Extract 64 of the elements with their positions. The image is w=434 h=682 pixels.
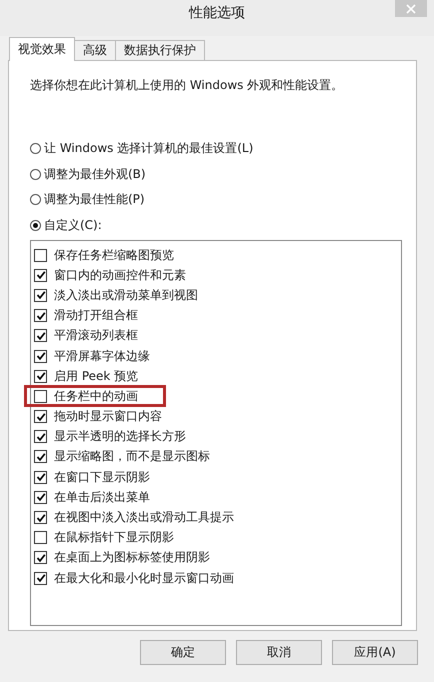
checkbox[interactable]	[34, 288, 47, 302]
checkbox[interactable]	[34, 268, 47, 282]
checkbox-label: 显示半透明的选择长方形	[54, 428, 186, 446]
checkbox[interactable]	[34, 511, 47, 524]
checkbox-label: 在桌面上为图标标签使用阴影	[54, 549, 210, 566]
checkmark-icon	[36, 330, 46, 341]
checkbox[interactable]	[34, 490, 47, 504]
dialog-button[interactable]: 应用(A)	[332, 640, 418, 665]
checkbox-label: 在鼠标指针下显示阴影	[54, 529, 174, 546]
checkbox-label: 滑动打开组合框	[54, 307, 138, 324]
radio-button[interactable]	[30, 168, 41, 180]
checkbox-label: 平滑屏幕字体边缘	[54, 348, 150, 365]
checkbox-label: 窗口内的动画控件和元素	[54, 266, 186, 284]
radio-label: 调整为最佳外观(B)	[44, 166, 146, 183]
checkbox[interactable]	[34, 370, 47, 383]
checkbox-label: 在视图中淡入淡出或滑动工具提示	[54, 509, 234, 526]
radio-label: 自定义(C):	[44, 216, 102, 234]
dialog-button[interactable]: 取消	[236, 640, 322, 665]
radio-label: 让 Windows 选择计算机的最佳设置(L)	[44, 140, 254, 158]
checkmark-icon	[36, 371, 46, 382]
checkbox[interactable]	[34, 390, 47, 403]
checkmark-icon	[36, 492, 46, 502]
checkmark-icon	[36, 310, 46, 321]
checkbox[interactable]	[34, 450, 47, 464]
checkmark-icon	[36, 452, 46, 462]
checkmark-icon	[36, 472, 46, 482]
checkmark-icon	[36, 270, 46, 280]
checkmark-icon	[36, 351, 46, 362]
tab[interactable]: 视觉效果	[9, 37, 75, 61]
checkbox[interactable]	[34, 350, 47, 363]
checkbox[interactable]	[34, 470, 47, 484]
checkbox-label: 在单击后淡出菜单	[54, 488, 150, 506]
checkbox[interactable]	[34, 430, 47, 444]
checkmark-icon	[36, 432, 46, 442]
radio-label: 调整为最佳性能(P)	[44, 191, 145, 208]
tab[interactable]: 数据执行保护	[115, 40, 205, 60]
description-text: 选择你想在此计算机上使用的 Windows 外观和性能设置。	[30, 77, 344, 94]
checkbox-label: 拖动时显示窗口内容	[54, 408, 162, 426]
checkbox[interactable]	[34, 551, 47, 564]
checkmark-icon	[36, 412, 46, 422]
checkmark-icon	[36, 552, 46, 563]
radio-button[interactable]	[30, 194, 41, 206]
checkbox[interactable]	[34, 410, 47, 424]
checkbox-label: 淡入淡出或滑动菜单到视图	[54, 286, 198, 304]
checkbox[interactable]	[34, 309, 47, 322]
checkbox[interactable]	[34, 329, 47, 342]
checkbox-label: 保存任务栏缩略图预览	[54, 246, 174, 264]
checkbox-label: 显示缩略图，而不是显示图标	[54, 448, 210, 466]
radio-button[interactable]	[30, 143, 41, 154]
checkbox[interactable]	[34, 572, 47, 585]
checkmark-icon	[36, 573, 46, 584]
checkmark-icon	[36, 512, 46, 523]
checkbox-label: 在最大化和最小化时显示窗口动画	[54, 570, 234, 587]
checkbox[interactable]	[34, 531, 47, 544]
window-title: 性能选项	[189, 4, 245, 22]
checkmark-icon	[36, 290, 46, 300]
checkbox[interactable]	[34, 248, 47, 262]
checkbox-label: 任务栏中的动画	[54, 388, 138, 405]
radio-button[interactable]	[30, 220, 41, 231]
checkbox-label: 平滑滚动列表框	[54, 327, 138, 344]
dialog-button[interactable]: 确定	[140, 640, 226, 665]
checkbox-label: 启用 Peek 预览	[54, 368, 138, 385]
close-icon	[406, 4, 416, 14]
checkbox-label: 在窗口下显示阴影	[54, 468, 150, 486]
